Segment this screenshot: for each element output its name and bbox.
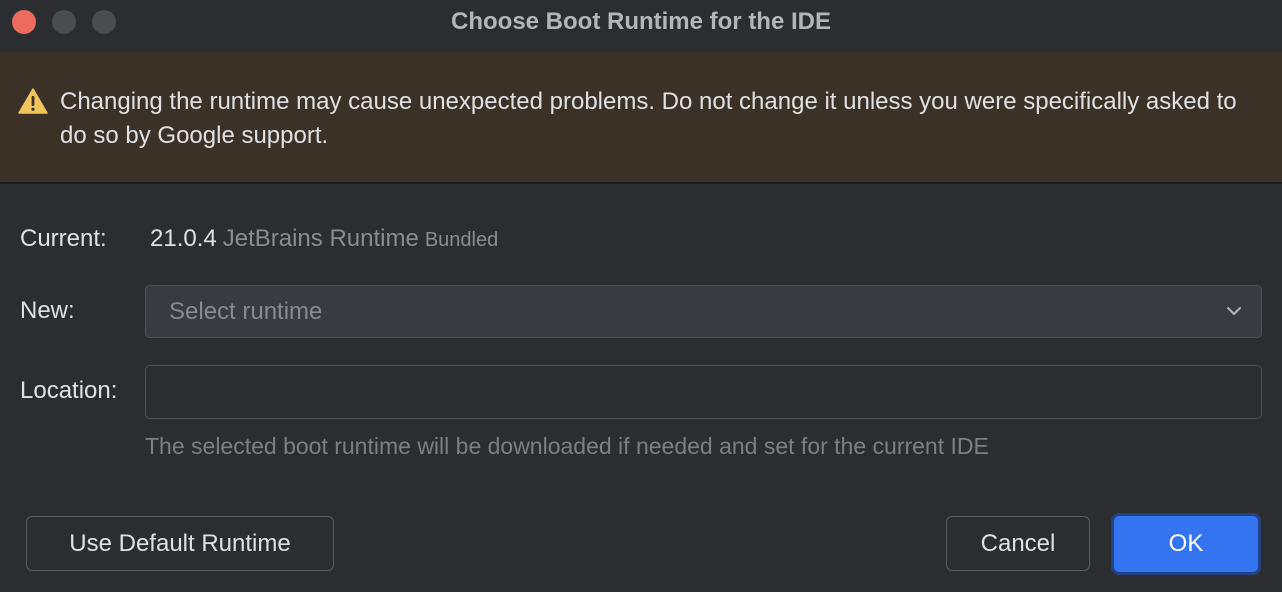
chevron-down-icon <box>1227 307 1241 315</box>
dialog-title: Choose Boot Runtime for the IDE <box>451 8 831 35</box>
current-label: Current: <box>20 225 107 252</box>
location-input[interactable] <box>145 365 1262 419</box>
cancel-button[interactable]: Cancel <box>946 516 1090 571</box>
current-runtime-tag: Bundled <box>424 229 499 251</box>
location-label: Location: <box>20 377 118 404</box>
warning-message: Changing the runtime may cause unexpecte… <box>60 88 1237 149</box>
use-default-runtime-button[interactable]: Use Default Runtime <box>26 516 334 571</box>
warning-icon <box>18 88 48 114</box>
new-label: New: <box>20 297 75 324</box>
runtime-select-placeholder: Select runtime <box>169 298 323 325</box>
title-bar: Choose Boot Runtime for the IDE <box>0 0 1282 52</box>
runtime-select-dropdown[interactable]: Select runtime <box>145 285 1262 338</box>
current-runtime-vendor: JetBrains Runtime <box>222 225 419 252</box>
hint-text: The selected boot runtime will be downlo… <box>145 433 989 459</box>
current-runtime-version: 21.0.4 <box>150 225 217 252</box>
ok-button[interactable]: OK <box>1111 513 1261 575</box>
dialog-window: Choose Boot Runtime for the IDE Changing… <box>0 0 1282 592</box>
warning-banner: Changing the runtime may cause unexpecte… <box>0 52 1282 184</box>
current-runtime: 21.0.4 JetBrains Runtime Bundled <box>150 225 498 253</box>
